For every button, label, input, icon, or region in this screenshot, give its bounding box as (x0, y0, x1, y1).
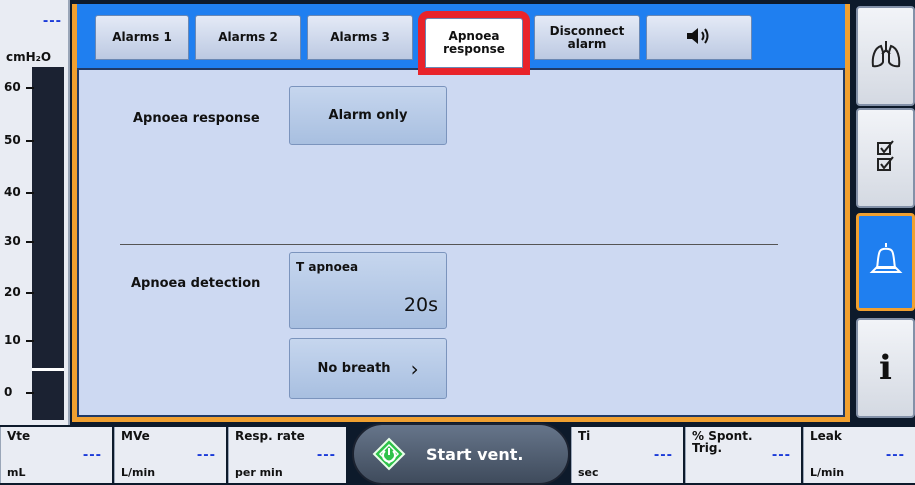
measurement-name: Ti (578, 429, 591, 443)
measurement-unit: sec (578, 466, 599, 479)
gauge-tick: 40 (4, 185, 34, 199)
section-divider (120, 244, 778, 245)
checklist-button[interactable] (856, 108, 915, 208)
right-nav: i (852, 0, 915, 425)
gauge-tick: 0 (4, 385, 36, 399)
tab-label-line: Apnoea (448, 29, 500, 43)
gauge-tick: 20 (4, 285, 34, 299)
speaker-icon (685, 26, 713, 49)
tab-label: Alarms 2 (218, 30, 278, 44)
start-ventilation-label: Start vent. (426, 444, 524, 464)
gauge-tick: 50 (4, 133, 34, 147)
chevron-right-icon: › (410, 356, 419, 381)
info-icon: i (879, 348, 892, 388)
measurement-unit: per min (235, 466, 283, 479)
pressure-unit: cmH₂O (6, 50, 52, 64)
tab-alarms-2[interactable]: Alarms 2 (195, 15, 301, 60)
measurement-leak: Leak --- L/min (803, 427, 915, 483)
tab-label: Alarms 3 (330, 30, 390, 44)
no-breath-button[interactable]: No breath › (289, 338, 447, 399)
tab-alarms-1[interactable]: Alarms 1 (95, 15, 189, 60)
t-apnoea-value: 20s (403, 294, 438, 316)
tab-label: Disconnect alarm (549, 23, 625, 51)
measurement-ti: Ti --- sec (571, 427, 683, 483)
info-button[interactable]: i (856, 318, 915, 418)
tab-disconnect-alarm[interactable]: Disconnect alarm (534, 15, 640, 60)
apnoea-response-button[interactable]: Alarm only (289, 86, 447, 145)
measurement-name: MVe (121, 429, 150, 443)
no-breath-label: No breath (317, 361, 391, 376)
alarms-button[interactable] (856, 213, 915, 311)
start-ventilation-button[interactable]: Start vent. (352, 423, 570, 485)
measurement-spont-trig: % Spont. Trig. --- (685, 427, 801, 483)
measurement-value: --- (196, 448, 216, 463)
t-apnoea-button[interactable]: T apnoea 20s (289, 252, 447, 329)
tab-label: Apnoea response (443, 30, 505, 56)
measurement-value: --- (653, 448, 673, 463)
tab-label: Alarms 1 (112, 30, 172, 44)
measurement-resp-rate: Resp. rate --- per min (228, 427, 346, 483)
apnoea-detection-label: Apnoea detection (131, 276, 261, 291)
start-icon (372, 437, 406, 471)
tab-bar: Alarms 1 Alarms 2 Alarms 3 Apnoea respon… (77, 4, 845, 75)
measurement-name: Resp. rate (235, 429, 305, 443)
gauge-tick: 60 (4, 80, 34, 94)
lungs-button[interactable] (856, 6, 915, 106)
pressure-marker (32, 368, 64, 371)
apnoea-response-label: Apnoea response (133, 111, 260, 126)
measurement-unit: mL (7, 466, 26, 479)
pressure-value: --- (42, 14, 62, 29)
pressure-gauge: --- cmH₂O 60 50 40 30 20 10 0 (0, 0, 70, 425)
tab-label-line: Disconnect (549, 23, 625, 38)
tab-apnoea-response[interactable]: Apnoea response (418, 11, 530, 75)
t-apnoea-label: T apnoea (296, 260, 359, 274)
tab-sound[interactable] (646, 15, 752, 60)
measurement-unit: L/min (121, 466, 156, 479)
tab-label-line: alarm (567, 36, 607, 51)
tab-label-line: response (443, 42, 505, 56)
apnoea-response-value: Alarm only (328, 108, 408, 123)
measurement-value: --- (771, 448, 791, 463)
measurement-name: % Spont. Trig. (692, 430, 753, 454)
measurement-name: Vte (7, 429, 31, 443)
bell-icon (868, 240, 904, 284)
gauge-tick: 30 (4, 234, 34, 248)
checklist-icon (875, 139, 897, 177)
measurement-name: Leak (810, 429, 842, 443)
apnoea-response-panel: Apnoea response Alarm only Apnoea detect… (77, 68, 845, 417)
lungs-icon (869, 38, 903, 74)
alarm-settings-window: Alarms 1 Alarms 2 Alarms 3 Apnoea respon… (72, 4, 850, 422)
measurement-value: --- (82, 448, 102, 463)
measurement-unit: L/min (810, 466, 845, 479)
gauge-tick: 10 (4, 333, 34, 347)
measurement-name-line: Trig. (692, 441, 723, 455)
measurement-value: --- (316, 448, 336, 463)
measurement-value: --- (885, 448, 905, 463)
measurement-vte: Vte --- mL (0, 427, 112, 483)
measurement-mve: MVe --- L/min (114, 427, 226, 483)
tab-alarms-3[interactable]: Alarms 3 (307, 15, 413, 60)
